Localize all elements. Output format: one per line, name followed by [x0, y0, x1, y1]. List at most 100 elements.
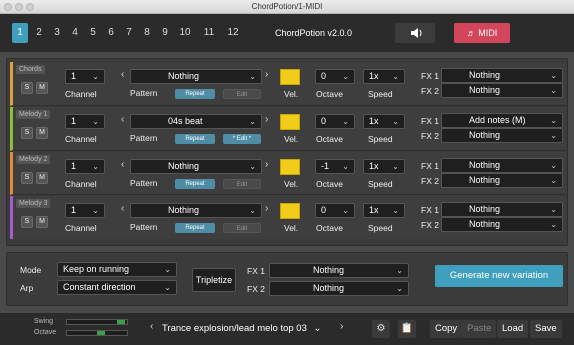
velocity-label: Vel.: [284, 223, 299, 233]
repeat-toggle[interactable]: Repeat: [175, 89, 215, 99]
channel-select[interactable]: 1 ⌄: [65, 203, 105, 218]
preset-slot-1-button[interactable]: 1: [12, 23, 28, 43]
generate-variation-button[interactable]: Generate new variation: [435, 265, 563, 287]
gear-icon: ⚙: [376, 323, 386, 334]
pattern-label: Pattern: [130, 133, 158, 143]
prev-pattern-button[interactable]: ‹: [121, 159, 124, 170]
prev-pattern-button[interactable]: ‹: [121, 69, 124, 80]
fx1-select[interactable]: Add notes (M) ⌄: [441, 113, 563, 128]
preset-slot-4-button[interactable]: 4: [68, 23, 82, 43]
pattern-select[interactable]: Nothing ⌄: [130, 69, 262, 84]
clipboard-icon: 📋: [400, 323, 414, 334]
midi-button[interactable]: ♬ MIDI: [454, 23, 510, 43]
fx1-value: Nothing: [469, 70, 501, 80]
speed-select[interactable]: 1x ⌄: [363, 203, 405, 218]
speaker-button[interactable]: [395, 23, 435, 43]
global-fx1-select[interactable]: Nothing ⌄: [269, 263, 409, 278]
mode-select[interactable]: Keep on running ⌄: [57, 262, 177, 277]
preset-slot-9-button[interactable]: 9: [158, 23, 172, 43]
global-fx2-select[interactable]: Nothing ⌄: [269, 281, 409, 296]
chevron-down-icon: ⌄: [249, 206, 256, 215]
swing-slider[interactable]: [66, 319, 128, 325]
load-button[interactable]: Load: [497, 320, 529, 338]
prev-preset-button[interactable]: ‹: [150, 321, 153, 332]
channel-select[interactable]: 1 ⌄: [65, 159, 105, 174]
swing-slider-handle[interactable]: [117, 320, 125, 324]
edit-pattern-button[interactable]: Edit: [223, 89, 261, 99]
window-zoom-button[interactable]: [26, 3, 34, 11]
preset-slot-7-button[interactable]: 7: [122, 23, 136, 43]
prev-pattern-button[interactable]: ‹: [121, 114, 124, 125]
edit-pattern-button[interactable]: * Edit *: [223, 134, 261, 144]
octave-slider[interactable]: [66, 330, 128, 336]
chevron-down-icon: ⌄: [342, 162, 349, 171]
preset-slot-10-button[interactable]: 10: [176, 23, 194, 43]
preset-slot-3-button[interactable]: 3: [50, 23, 64, 43]
preset-select[interactable]: Trance explosion/lead melo top 03 ⌄: [162, 320, 321, 338]
octave-select[interactable]: 0 ⌄: [315, 203, 355, 218]
settings-button[interactable]: ⚙: [372, 320, 390, 338]
mute-button[interactable]: M: [36, 216, 48, 228]
pattern-select[interactable]: 04s beat ⌄: [130, 114, 262, 129]
repeat-toggle[interactable]: Repeat: [175, 223, 215, 233]
pattern-select[interactable]: Nothing ⌄: [130, 203, 262, 218]
chevron-down-icon: ⌄: [342, 72, 349, 81]
prev-pattern-button[interactable]: ‹: [121, 203, 124, 214]
save-button[interactable]: Save: [530, 320, 562, 338]
preset-slot-12-button[interactable]: 12: [224, 23, 242, 43]
octave-select[interactable]: 0 ⌄: [315, 69, 355, 84]
fx2-select[interactable]: Nothing ⌄: [441, 83, 563, 98]
velocity-swatch[interactable]: [280, 69, 300, 85]
repeat-toggle[interactable]: Repeat: [175, 134, 215, 144]
velocity-swatch[interactable]: [280, 203, 300, 219]
tripletize-button[interactable]: Tripletize: [192, 268, 236, 292]
preset-slot-2-button[interactable]: 2: [32, 23, 46, 43]
next-pattern-button[interactable]: ›: [265, 114, 268, 125]
arp-select[interactable]: Constant direction ⌄: [57, 280, 177, 295]
edit-pattern-button[interactable]: Edit: [223, 223, 261, 233]
fx1-select[interactable]: Nothing ⌄: [441, 68, 563, 83]
solo-button[interactable]: S: [21, 172, 33, 184]
fx2-select[interactable]: Nothing ⌄: [441, 128, 563, 143]
channel-label: Channel: [65, 179, 97, 189]
channel-select[interactable]: 1 ⌄: [65, 114, 105, 129]
preset-slot-5-button[interactable]: 5: [86, 23, 100, 43]
paste-button[interactable]: Paste: [462, 320, 497, 338]
preset-slot-6-button[interactable]: 6: [104, 23, 118, 43]
speed-select[interactable]: 1x ⌄: [363, 114, 405, 129]
solo-button[interactable]: S: [21, 82, 33, 94]
octave-select[interactable]: 0 ⌄: [315, 114, 355, 129]
fx1-label: FX 1: [421, 71, 439, 81]
solo-button[interactable]: S: [21, 216, 33, 228]
channel-select[interactable]: 1 ⌄: [65, 69, 105, 84]
fx2-select[interactable]: Nothing ⌄: [441, 173, 563, 188]
octave-select[interactable]: -1 ⌄: [315, 159, 355, 174]
pattern-value: Nothing: [168, 205, 200, 215]
next-pattern-button[interactable]: ›: [265, 159, 268, 170]
velocity-swatch[interactable]: [280, 159, 300, 175]
copy-button[interactable]: Copy: [430, 320, 463, 338]
fx2-select[interactable]: Nothing ⌄: [441, 217, 563, 232]
window-minimize-button[interactable]: [15, 3, 23, 11]
clipboard-button[interactable]: 📋: [398, 320, 416, 338]
window-close-button[interactable]: [4, 3, 12, 11]
preset-slot-8-button[interactable]: 8: [140, 23, 154, 43]
octave-slider-handle[interactable]: [97, 331, 105, 335]
edit-pattern-button[interactable]: Edit: [223, 179, 261, 189]
mute-button[interactable]: M: [36, 127, 48, 139]
next-pattern-button[interactable]: ›: [265, 203, 268, 214]
fx1-value: Nothing: [469, 204, 501, 214]
mute-button[interactable]: M: [36, 82, 48, 94]
velocity-swatch[interactable]: [280, 114, 300, 130]
fx1-select[interactable]: Nothing ⌄: [441, 158, 563, 173]
solo-button[interactable]: S: [21, 127, 33, 139]
fx1-select[interactable]: Nothing ⌄: [441, 202, 563, 217]
preset-slot-11-button[interactable]: 11: [200, 23, 218, 43]
next-preset-button[interactable]: ›: [340, 321, 343, 332]
pattern-select[interactable]: Nothing ⌄: [130, 159, 262, 174]
mute-button[interactable]: M: [36, 172, 48, 184]
speed-select[interactable]: 1x ⌄: [363, 69, 405, 84]
next-pattern-button[interactable]: ›: [265, 69, 268, 80]
repeat-toggle[interactable]: Repeat: [175, 179, 215, 189]
speed-select[interactable]: 1x ⌄: [363, 159, 405, 174]
